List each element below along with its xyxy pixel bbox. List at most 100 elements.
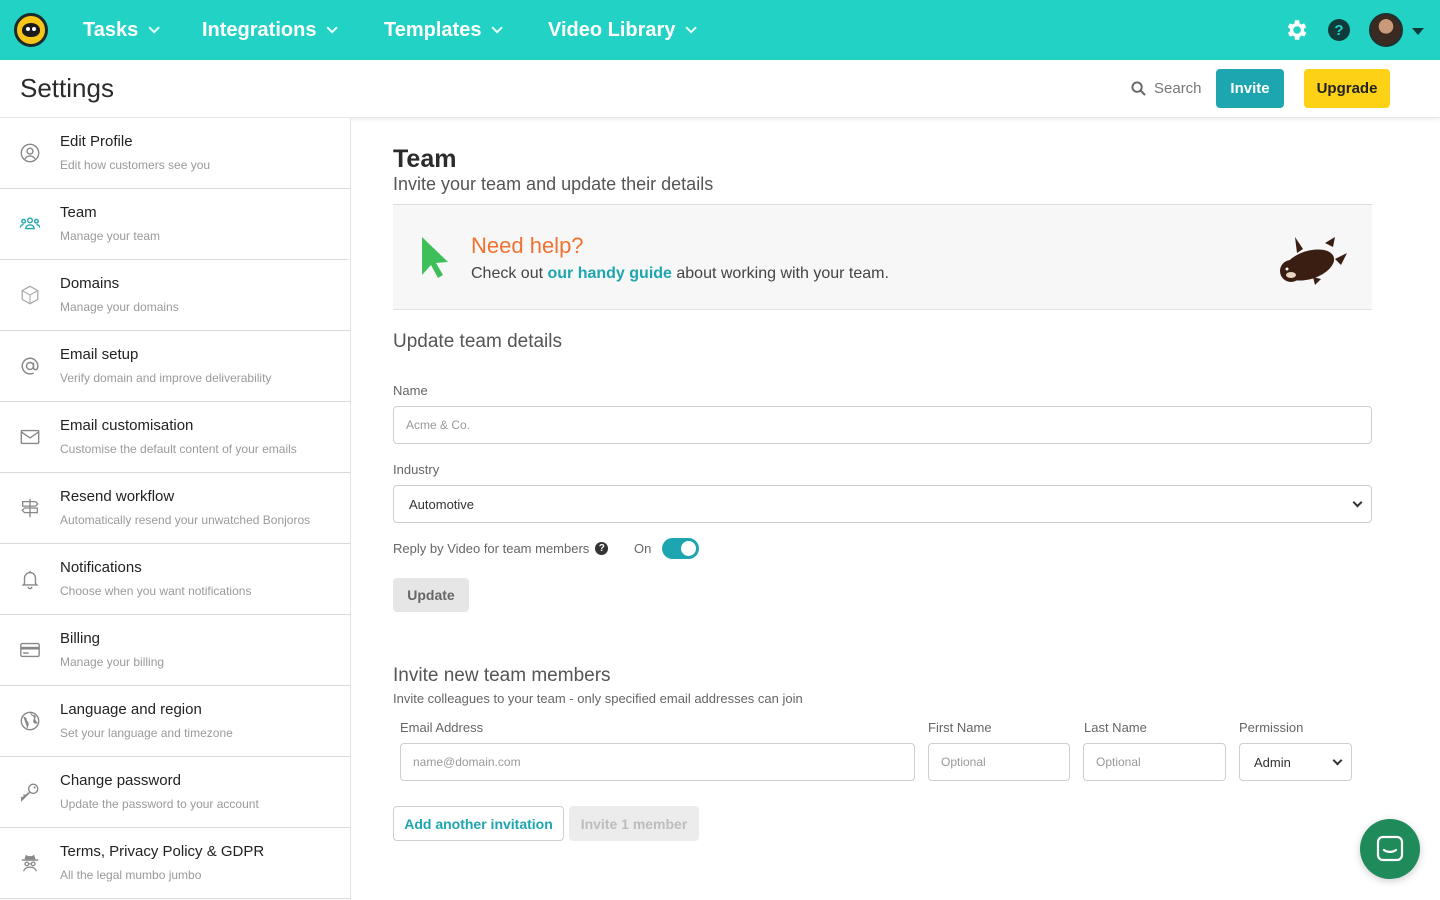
sidebar-item-edit-profile[interactable]: Edit Profile Edit how customers see you bbox=[0, 118, 350, 189]
sidebar-item-subtitle: Set your language and timezone bbox=[60, 726, 233, 740]
handy-guide-link[interactable]: our handy guide bbox=[547, 265, 671, 282]
sidebar-item-title: Email setup bbox=[60, 346, 139, 363]
page-header: Settings Search Invite Upgrade bbox=[0, 60, 1440, 118]
sidebar-item-subtitle: Update the password to your account bbox=[60, 797, 259, 811]
nav-video-library-label: Video Library bbox=[548, 18, 676, 41]
sidebar-item-resend-workflow[interactable]: Resend workflow Automatically resend you… bbox=[0, 473, 350, 544]
invite-members-title: Invite new team members bbox=[393, 665, 611, 686]
last-name-label: Last Name bbox=[1084, 720, 1147, 735]
team-icon bbox=[19, 217, 41, 230]
industry-label: Industry bbox=[393, 462, 440, 477]
chevron-down-icon bbox=[1332, 755, 1343, 766]
at-sign-icon bbox=[21, 357, 39, 375]
sidebar-item-title: Resend workflow bbox=[60, 488, 175, 505]
page-title: Settings bbox=[20, 73, 114, 103]
help-title: Need help? bbox=[471, 233, 584, 258]
chevron-down-icon bbox=[148, 22, 161, 34]
industry-select[interactable]: Automotive bbox=[393, 485, 1372, 523]
sidebar-item-title: Change password bbox=[60, 772, 181, 789]
nav-integrations[interactable]: Integrations bbox=[202, 0, 339, 60]
sidebar-item-title: Domains bbox=[60, 275, 120, 292]
toggle-state-label: On bbox=[634, 541, 652, 556]
sidebar-item-subtitle: Choose when you want notifications bbox=[60, 584, 252, 598]
help-icon[interactable]: ? bbox=[1328, 19, 1350, 41]
bonjoro-logo-icon[interactable] bbox=[14, 13, 48, 47]
key-icon bbox=[21, 783, 39, 802]
dog-illustration-icon bbox=[1280, 237, 1347, 285]
spy-icon bbox=[21, 854, 39, 872]
sidebar-item-billing[interactable]: Billing Manage your billing bbox=[0, 615, 350, 686]
reply-by-video-label: Reply by Video for team members ? bbox=[393, 541, 609, 556]
sidebar-item-domains[interactable]: Domains Manage your domains bbox=[0, 260, 350, 331]
sidebar-item-email-customisation[interactable]: Email customisation Customise the defaul… bbox=[0, 402, 350, 473]
sidebar-item-team[interactable]: Team Manage your team bbox=[0, 189, 350, 260]
update-button[interactable]: Update bbox=[393, 578, 469, 612]
invite-first-name-input[interactable]: Optional bbox=[928, 743, 1070, 781]
section-subtitle: Invite your team and update their detail… bbox=[393, 174, 714, 194]
chevron-down-icon bbox=[491, 22, 504, 34]
chevron-down-icon bbox=[326, 22, 339, 34]
sidebar-item-subtitle: Verify domain and improve deliverability bbox=[60, 371, 272, 385]
sidebar-item-title: Billing bbox=[60, 630, 101, 647]
earth-icon bbox=[20, 711, 40, 731]
reply-by-video-text: Reply by Video for team members bbox=[393, 541, 590, 556]
sidebar-item-subtitle: Manage your team bbox=[60, 229, 161, 243]
sidebar-item-change-password[interactable]: Change password Update the password to y… bbox=[0, 757, 350, 828]
help-text-after: about working with your team. bbox=[671, 265, 889, 282]
nav-templates[interactable]: Templates bbox=[384, 0, 504, 60]
globe-icon bbox=[21, 285, 39, 305]
permission-select[interactable]: Admin bbox=[1239, 743, 1352, 781]
sidebar-item-title: Notifications bbox=[60, 559, 142, 576]
user-circle-icon bbox=[20, 143, 40, 163]
sidebar-item-title: Language and region bbox=[60, 701, 202, 718]
permission-value: Admin bbox=[1254, 754, 1291, 770]
chat-icon bbox=[1376, 835, 1404, 862]
first-name-label: First Name bbox=[928, 720, 992, 735]
avatar[interactable] bbox=[1369, 13, 1403, 47]
add-another-invitation-button[interactable]: Add another invitation bbox=[393, 806, 564, 841]
sidebar-item-notifications[interactable]: Notifications Choose when you want notif… bbox=[0, 544, 350, 615]
help-banner: Need help? Check out our handy guide abo… bbox=[393, 204, 1372, 310]
sidebar-item-subtitle: All the legal mumbo jumbo bbox=[60, 868, 202, 882]
nav-tasks[interactable]: Tasks bbox=[83, 0, 161, 60]
question-icon[interactable]: ? bbox=[595, 542, 609, 555]
invite-button[interactable]: Invite bbox=[1216, 69, 1284, 108]
cursor-arrow-icon bbox=[422, 237, 448, 278]
invite-email-input[interactable]: name@domain.com bbox=[400, 743, 915, 781]
gear-icon[interactable] bbox=[1283, 17, 1309, 43]
chat-launcher-button[interactable] bbox=[1360, 819, 1420, 879]
credit-card-icon bbox=[20, 642, 40, 658]
toggle-knob bbox=[681, 541, 696, 556]
section-title-team: Team bbox=[393, 145, 457, 173]
sidebar-item-title: Terms, Privacy Policy & GDPR bbox=[60, 843, 265, 860]
help-text: Check out our handy guide about working … bbox=[471, 265, 889, 283]
nav-templates-label: Templates bbox=[384, 18, 482, 41]
sidebar-item-terms-privacy-gdpr[interactable]: Terms, Privacy Policy & GDPR All the leg… bbox=[0, 828, 350, 899]
settings-sidebar: Edit Profile Edit how customers see you … bbox=[0, 118, 351, 900]
sidebar-item-email-setup[interactable]: Email setup Verify domain and improve de… bbox=[0, 331, 350, 402]
invite-last-name-input[interactable]: Optional bbox=[1083, 743, 1226, 781]
invite-members-subtitle: Invite colleagues to your team - only sp… bbox=[393, 691, 803, 706]
sidebar-item-title: Team bbox=[60, 204, 97, 221]
help-text-before: Check out bbox=[471, 265, 548, 282]
sidebar-item-title: Email customisation bbox=[60, 417, 194, 434]
nav-video-library[interactable]: Video Library bbox=[548, 0, 698, 60]
upgrade-button[interactable]: Upgrade bbox=[1304, 69, 1390, 108]
name-label: Name bbox=[393, 383, 428, 398]
sidebar-item-subtitle: Manage your domains bbox=[60, 300, 179, 314]
top-nav: Tasks Integrations Templates Video Libra… bbox=[0, 0, 1440, 60]
team-name-input[interactable]: Acme & Co. bbox=[393, 406, 1372, 444]
chevron-down-icon bbox=[685, 22, 698, 34]
search-button[interactable]: Search bbox=[1131, 80, 1202, 97]
reply-by-video-toggle[interactable] bbox=[662, 538, 699, 559]
chevron-down-icon bbox=[1352, 497, 1363, 508]
industry-value: Automotive bbox=[409, 496, 475, 512]
envelope-icon bbox=[20, 429, 40, 445]
invite-members-button[interactable]: Invite 1 member bbox=[569, 806, 699, 841]
sidebar-item-title: Edit Profile bbox=[60, 133, 133, 150]
sidebar-item-subtitle: Automatically resend your unwatched Bonj… bbox=[60, 513, 311, 527]
nav-integrations-label: Integrations bbox=[202, 18, 317, 41]
sidebar-item-language-and-region[interactable]: Language and region Set your language an… bbox=[0, 686, 350, 757]
bell-icon bbox=[21, 570, 39, 590]
caret-down-icon[interactable] bbox=[1412, 28, 1424, 35]
